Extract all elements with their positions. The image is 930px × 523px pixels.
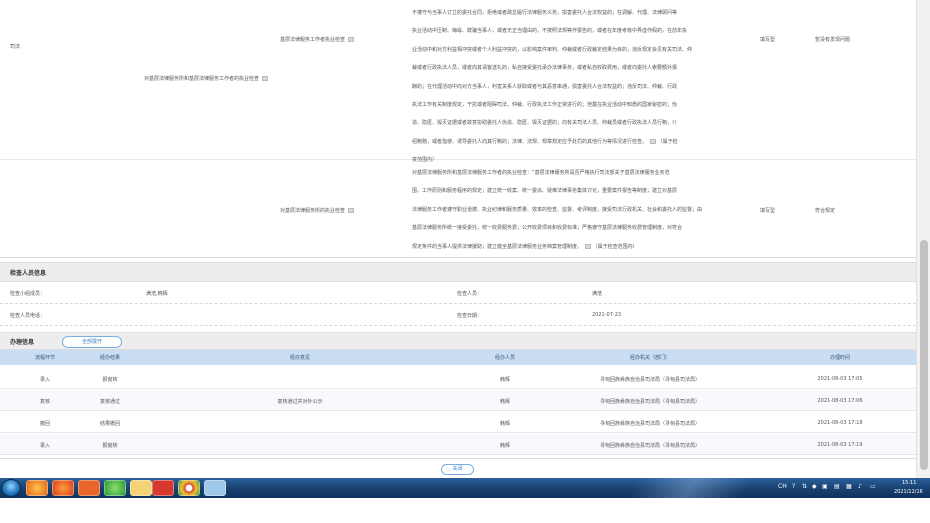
section-title: 办理信息 bbox=[10, 339, 35, 346]
column-header[interactable]: 经办人员 bbox=[480, 354, 530, 361]
inspector-row-team: 检查小组成员： 满浩,韩辉 检查人员： 满浩 bbox=[0, 284, 916, 304]
column-header[interactable]: 经办结果 bbox=[85, 354, 135, 361]
column-header[interactable]: 流程环节 bbox=[20, 354, 70, 361]
inspection-item-row-2: 对基层法律服务所的执业检查 对基层法律服务所和基层法律服务工作者的执业检查：“基… bbox=[0, 162, 916, 258]
column-header[interactable]: 经办意见 bbox=[250, 354, 350, 361]
handler-cell: 韩辉 bbox=[499, 399, 510, 405]
inspector-row-phone: 检查人员电话： 检查日期： 2021-07-23 bbox=[0, 306, 916, 326]
agency-cell: 寻甸回族彝族自治县司法局（寻甸县司法局） bbox=[599, 377, 700, 383]
date-value: 2021-07-23 bbox=[592, 312, 622, 318]
time-cell: 2021-08-03 17:06 bbox=[817, 398, 863, 404]
step-cell: 录入 bbox=[39, 443, 50, 449]
item-name: 基层法律服务工作者执业检查 bbox=[280, 33, 355, 47]
ie-icon[interactable] bbox=[26, 480, 48, 496]
agency-cell: 寻甸回族彝族自治县司法局（寻甸县司法局） bbox=[599, 399, 700, 405]
taskbar-glow bbox=[600, 478, 780, 498]
taskbar: CH ? ⇅ ◆ ▣ ▤ ▦ ♪ ▭ 15:11 2021/12/16 bbox=[0, 478, 930, 498]
result-cell: 结果撤回 bbox=[99, 421, 120, 427]
step-cell: 录入 bbox=[39, 377, 50, 383]
pdf-icon[interactable] bbox=[152, 480, 174, 496]
item-description: 不遵守与当事人订立的委托合同，拒绝或者疏怠履行法律服务义务，损害委托人合法权益的… bbox=[412, 10, 693, 164]
checkbox-icon[interactable] bbox=[262, 76, 269, 81]
chat-icon[interactable] bbox=[104, 480, 126, 496]
folder-icon[interactable] bbox=[130, 480, 152, 496]
volume-icon[interactable]: ♪ bbox=[858, 483, 862, 490]
step-cell: 复核 bbox=[39, 399, 50, 405]
check-result: 暂没有发现问题 bbox=[815, 37, 851, 43]
time-cell: 2021-08-03 17:05 bbox=[817, 376, 863, 382]
date-label: 检查日期： bbox=[457, 313, 483, 319]
column-header[interactable]: 办理时间 bbox=[790, 354, 890, 361]
clock-date[interactable]: 2021/12/16 bbox=[894, 489, 923, 495]
handling-table-header: 流程环节 经办结果 经办意见 经办人员 经办机关（部门） 办理时间 bbox=[0, 350, 916, 365]
checkbox-icon[interactable] bbox=[650, 138, 657, 144]
opinion-cell: 复核通过并对外公示 bbox=[277, 399, 323, 405]
handler-cell: 韩辉 bbox=[499, 377, 510, 383]
scroll-thumb[interactable] bbox=[920, 240, 928, 470]
close-button[interactable]: 关闭 bbox=[441, 464, 474, 475]
divider bbox=[0, 458, 916, 459]
lock-icon[interactable]: ▣ bbox=[822, 483, 828, 490]
check-result: 符合规定 bbox=[815, 208, 836, 214]
checkbox-icon[interactable] bbox=[585, 243, 592, 249]
paint-icon[interactable] bbox=[204, 480, 226, 496]
inspection-item-row-1: 司法 基层法律服务工作者执业检查 不遵守与当事人订立的委托合同，拒绝或者疏怠履行… bbox=[0, 0, 916, 163]
result-cell: 报窗核 bbox=[102, 443, 118, 449]
item-name: 对基层法律服务所的执业检查 bbox=[280, 204, 355, 218]
phone-label: 检查人员电话： bbox=[10, 313, 46, 319]
firefox-icon[interactable] bbox=[52, 480, 74, 496]
clock-time[interactable]: 15:11 bbox=[902, 480, 916, 486]
category-label: 司法 bbox=[10, 44, 21, 50]
keyboard-icon[interactable]: ▤ bbox=[834, 483, 840, 490]
handler-cell: 韩辉 bbox=[499, 421, 510, 427]
vertical-scrollbar[interactable] bbox=[916, 0, 930, 478]
network-icon[interactable]: ⇅ bbox=[802, 483, 807, 490]
table-row[interactable]: 录入 报窗核 韩辉 寻甸回族彝族自治县司法局（寻甸县司法局） 2021-08-0… bbox=[0, 434, 916, 455]
chrome-icon[interactable] bbox=[178, 480, 200, 496]
table-row[interactable]: 复核 复核通过 复核通过并对外公示 韩辉 寻甸回族彝族自治县司法局（寻甸县司法局… bbox=[0, 390, 916, 411]
group-label: 对基层法律服务所和基层法律服务工作者的执业检查 bbox=[144, 70, 276, 88]
check-type: 填写型 bbox=[760, 208, 776, 214]
time-cell: 2021-08-03 17:18 bbox=[817, 420, 863, 426]
checkbox-icon[interactable] bbox=[348, 37, 355, 42]
team-value: 满浩,韩辉 bbox=[146, 291, 168, 297]
inspector-section-header: 检查人员信息 bbox=[0, 262, 916, 282]
monitor-icon[interactable]: ▦ bbox=[846, 483, 852, 490]
agency-cell: 寻甸回族彝族自治县司法局（寻甸县司法局） bbox=[599, 421, 700, 427]
table-row[interactable]: 录入 报窗核 韩辉 寻甸回族彝族自治县司法局（寻甸县司法局） 2021-08-0… bbox=[0, 368, 916, 389]
system-tray: CH ? ⇅ ◆ ▣ ▤ ▦ ♪ ▭ 15:11 2021/12/16 bbox=[776, 478, 930, 498]
presentation-icon[interactable] bbox=[78, 480, 100, 496]
display-icon[interactable]: ▭ bbox=[870, 483, 876, 490]
agency-cell: 寻甸回族彝族自治县司法局（寻甸县司法局） bbox=[599, 443, 700, 449]
expand-all-button[interactable]: 全部展开 bbox=[62, 336, 122, 348]
item-description: 对基层法律服务所和基层法律服务工作者的执业检查：“基层法律服务所是否严格执行司法… bbox=[412, 170, 703, 250]
team-label: 检查小组成员： bbox=[10, 291, 46, 297]
shield-icon[interactable]: ◆ bbox=[812, 483, 817, 490]
inspector-value: 满浩 bbox=[592, 291, 603, 297]
column-header[interactable]: 经办机关（部门） bbox=[590, 354, 710, 361]
section-title: 检查人员信息 bbox=[10, 270, 47, 277]
result-cell: 报窗核 bbox=[102, 377, 118, 383]
input-language[interactable]: CH bbox=[778, 483, 787, 490]
checkbox-icon[interactable] bbox=[348, 208, 355, 213]
help-icon[interactable]: ? bbox=[792, 483, 795, 490]
time-cell: 2021-08-03 17:19 bbox=[817, 442, 863, 448]
start-button[interactable] bbox=[1, 479, 21, 497]
empty-area bbox=[0, 498, 930, 523]
table-row[interactable]: 撤回 结果撤回 韩辉 寻甸回族彝族自治县司法局（寻甸县司法局） 2021-08-… bbox=[0, 412, 916, 433]
check-type: 填写型 bbox=[760, 37, 776, 43]
result-cell: 复核通过 bbox=[99, 399, 120, 405]
inspector-label: 检查人员： bbox=[457, 291, 483, 297]
handling-section-header: 办理信息 全部展开 bbox=[0, 332, 916, 350]
handler-cell: 韩辉 bbox=[499, 443, 510, 449]
step-cell: 撤回 bbox=[39, 421, 50, 427]
browser-viewport: 司法 基层法律服务工作者执业检查 不遵守与当事人订立的委托合同，拒绝或者疏怠履行… bbox=[0, 0, 916, 478]
